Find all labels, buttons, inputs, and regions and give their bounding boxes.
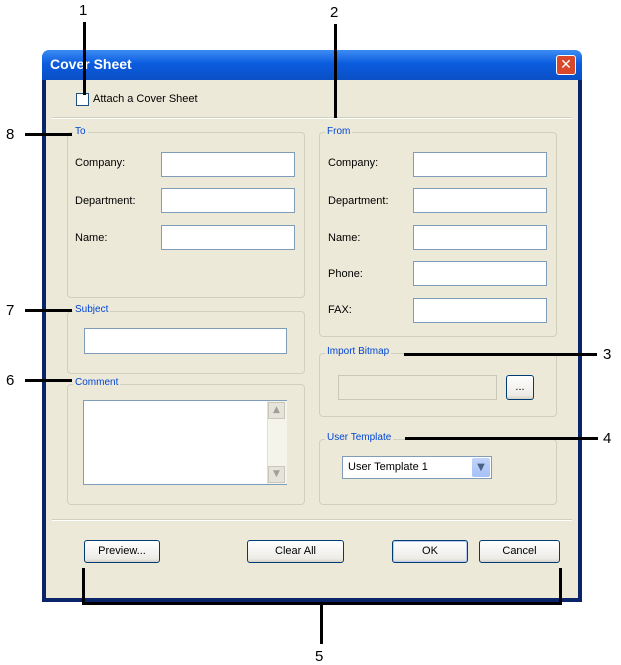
user-template-selected-value: User Template 1 (348, 461, 428, 473)
callout-number-5: 5 (315, 648, 324, 665)
browse-bitmap-button[interactable]: ... (506, 375, 534, 400)
from-fax-label: FAX: (328, 304, 352, 316)
to-name-label: Name: (75, 232, 108, 244)
from-name-label: Name: (328, 232, 361, 244)
callout-line-5-right (559, 568, 562, 604)
from-company-label: Company: (328, 157, 379, 169)
to-company-input[interactable] (161, 152, 295, 177)
callout-line-5-vertical (320, 604, 323, 644)
window-title: Cover Sheet (50, 56, 132, 72)
close-button[interactable]: ✕ (556, 55, 576, 75)
chevron-down-icon[interactable]: ▼ (472, 458, 490, 477)
scroll-up-arrow-icon[interactable]: ▲ (268, 402, 285, 419)
from-fax-input[interactable] (413, 298, 547, 323)
callout-line-4 (405, 437, 598, 440)
preview-button[interactable]: Preview... (84, 540, 160, 563)
callout-number-4: 4 (603, 430, 612, 447)
callout-line-3 (404, 353, 597, 356)
user-template-legend: User Template (325, 432, 394, 443)
to-company-label: Company: (75, 157, 126, 169)
callout-line-6 (25, 379, 72, 382)
callout-line-7 (25, 309, 72, 312)
scroll-down-arrow-icon[interactable]: ▼ (268, 466, 285, 483)
callout-number-7: 7 (6, 302, 15, 319)
close-icon: ✕ (560, 57, 572, 73)
from-legend: From (325, 126, 353, 137)
from-company-input[interactable] (413, 152, 547, 177)
attach-cover-sheet-label: Attach a Cover Sheet (93, 93, 198, 105)
callout-line-8 (25, 133, 72, 136)
bitmap-path-input[interactable] (338, 375, 497, 400)
from-phone-input[interactable] (413, 261, 547, 286)
from-department-label: Department: (328, 195, 389, 207)
import-bitmap-legend: Import Bitmap (325, 346, 392, 357)
to-name-input[interactable] (161, 225, 295, 250)
subject-input[interactable] (84, 328, 287, 354)
comment-legend: Comment (73, 377, 121, 388)
separator-bottom (52, 519, 572, 521)
callout-number-2: 2 (330, 4, 339, 21)
comment-textarea[interactable] (83, 400, 287, 485)
to-department-label: Department: (75, 195, 136, 207)
callout-number-3: 3 (603, 346, 612, 363)
subject-legend: Subject (73, 304, 111, 315)
callout-line-1 (83, 22, 86, 95)
callout-number-6: 6 (6, 372, 15, 389)
user-template-select[interactable]: User Template 1 ▼ (342, 456, 492, 479)
ok-button[interactable]: OK (392, 540, 468, 563)
to-department-input[interactable] (161, 188, 295, 213)
callout-line-2 (334, 24, 337, 118)
clear-all-button[interactable]: Clear All (247, 540, 344, 563)
from-phone-label: Phone: (328, 268, 363, 280)
callout-number-8: 8 (6, 126, 15, 143)
from-name-input[interactable] (413, 225, 547, 250)
separator-top (52, 117, 572, 119)
callout-number-1: 1 (79, 2, 88, 19)
callout-line-5-left (82, 568, 85, 604)
cancel-button[interactable]: Cancel (479, 540, 560, 563)
from-department-input[interactable] (413, 188, 547, 213)
to-legend: To (73, 126, 88, 137)
